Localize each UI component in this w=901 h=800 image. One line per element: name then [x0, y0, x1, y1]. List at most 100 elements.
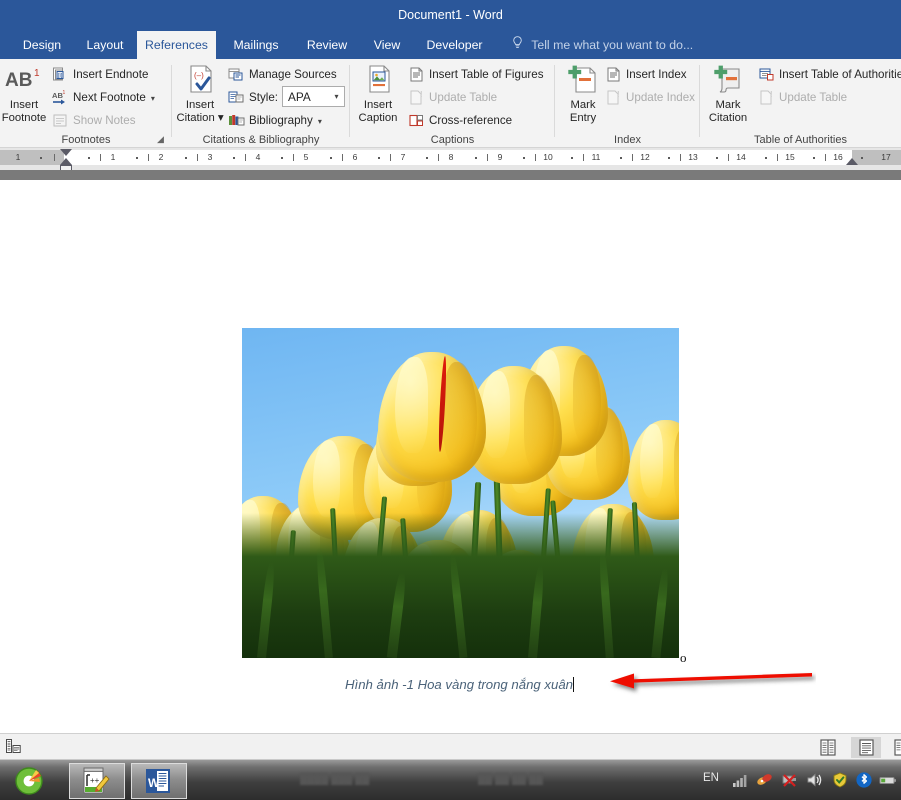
ruler-bar — [728, 154, 729, 161]
signal-bars-icon[interactable] — [731, 771, 749, 789]
tab-review[interactable]: Review — [298, 31, 356, 59]
ruler-tick: 13 — [688, 152, 698, 162]
horizontal-ruler[interactable]: 1 1 2 3 4 5 6 7 8 9 10 11 12 13 14 15 16… — [0, 148, 901, 173]
ruler-tick: 1 — [110, 152, 116, 162]
language-indicator[interactable]: EN — [703, 772, 719, 784]
title-bar: Document1 - Word — [0, 0, 901, 31]
right-indent-marker[interactable] — [846, 158, 858, 165]
mark-citation-label-2: Citation — [708, 112, 748, 124]
document-page[interactable]: o Hình ảnh -1 Hoa vàng trong nắng xuân — [0, 180, 901, 733]
tab-layout[interactable]: Layout — [76, 31, 134, 59]
update-index-button[interactable]: ! Update Index — [605, 86, 695, 108]
page-thumbnails-icon[interactable] — [6, 739, 21, 754]
taskbar-item-notepad-editor[interactable]: ++ — [69, 763, 125, 799]
insert-table-of-authorities-button[interactable]: Insert Table of Authorities — [758, 63, 901, 85]
update-table-authorities-button[interactable]: ! Update Table — [758, 86, 847, 108]
ruler-tick: 16 — [833, 152, 843, 162]
mark-entry-label-1: Mark — [570, 99, 596, 111]
style-combobox[interactable]: APA ▾ — [282, 86, 345, 107]
ruler-bar — [487, 154, 488, 161]
shield-alert-icon[interactable] — [831, 771, 849, 789]
bibliography-caret-icon[interactable]: ▾ — [318, 117, 322, 126]
insert-index-label: Insert Index — [626, 67, 687, 81]
insert-footnote-button[interactable]: AB 1 Insert Footnote — [0, 62, 52, 132]
print-layout-view-button[interactable] — [851, 737, 881, 758]
ruler-dot — [861, 156, 863, 159]
update-table-figures-button[interactable]: ! Update Table — [408, 86, 497, 108]
svg-text:1: 1 — [63, 90, 66, 96]
taskbar-ghost-text-left: ████ ███ ██ — [300, 774, 370, 785]
ruler-bar — [293, 154, 294, 161]
update-table-icon: ! — [758, 89, 775, 106]
figure-caption[interactable]: Hình ảnh -1 Hoa vàng trong nắng xuân — [345, 677, 575, 692]
ruler-bar — [390, 154, 391, 161]
taskbar-ghost-text-right: ██ ██ ██ ██ — [478, 774, 544, 785]
ruler-dot — [475, 156, 477, 159]
ruler-tick: 2 — [158, 152, 164, 162]
ruler-bar — [632, 154, 633, 161]
insert-citation-icon: (–) — [172, 64, 228, 98]
battery-icon[interactable] — [879, 771, 897, 789]
ruler-tick: 17 — [881, 152, 891, 162]
web-layout-view-button[interactable] — [889, 737, 901, 758]
volume-icon[interactable] — [806, 771, 824, 789]
ruler-bar — [583, 154, 584, 161]
update-table-figures-label: Update Table — [429, 90, 498, 104]
show-notes-button[interactable]: Show Notes — [52, 109, 136, 131]
footnotes-dialog-launcher[interactable]: ◢ — [155, 134, 166, 145]
tell-me-label: Tell me what you want to do... — [531, 38, 694, 52]
insert-citation-button[interactable]: (–) Insert Citation ▾ — [172, 62, 228, 132]
tab-mailings[interactable]: Mailings — [223, 31, 289, 59]
ruler-bar — [100, 154, 101, 161]
network-off-icon[interactable] — [781, 771, 799, 789]
antivirus-icon[interactable] — [756, 771, 774, 789]
tab-view[interactable]: View — [364, 31, 410, 59]
ruler-tick: 8 — [448, 152, 454, 162]
insert-caption-button[interactable]: Insert Caption — [350, 62, 406, 132]
next-footnote-caret-icon[interactable]: ▾ — [151, 94, 155, 103]
svg-text:++: ++ — [90, 776, 100, 785]
mark-citation-label-1: Mark — [715, 99, 741, 111]
ruler-dot — [281, 156, 283, 159]
ribbon-group-label-footnotes: Footnotes — [61, 134, 111, 146]
chevron-down-icon[interactable]: ▾ — [329, 92, 344, 101]
ruler-dot — [765, 156, 767, 159]
style-icon — [228, 89, 245, 106]
ribbon-group-table-of-authorities: Mark Citation Insert Table of Authoritie… — [700, 59, 901, 148]
document-canvas[interactable]: o Hình ảnh -1 Hoa vàng trong nắng xuân — [0, 170, 901, 733]
insert-table-of-authorities-icon — [758, 66, 775, 83]
cross-reference-button[interactable]: Cross-reference — [408, 109, 512, 131]
bibliography-button[interactable]: Bibliography ▾ — [228, 109, 322, 131]
tab-design[interactable]: Design — [13, 31, 71, 59]
first-line-indent-marker[interactable] — [60, 149, 72, 156]
ruler-bar — [245, 154, 246, 161]
insert-citation-label-1: Insert — [185, 99, 215, 111]
insert-index-button[interactable]: Insert Index — [605, 63, 687, 85]
mark-entry-button[interactable]: Mark Entry — [555, 62, 611, 132]
read-mode-view-button[interactable] — [813, 737, 843, 758]
insert-endnote-button[interactable]: [i] Insert Endnote — [52, 63, 148, 85]
insert-table-of-figures-button[interactable]: Insert Table of Figures — [408, 63, 544, 85]
ruler-bar — [680, 154, 681, 161]
ruler-bar — [825, 154, 826, 161]
ruler-dot — [523, 156, 525, 159]
next-footnote-button[interactable]: AB 1 Next Footnote ▾ — [52, 86, 155, 108]
ruler-dot — [571, 156, 573, 159]
insert-footnote-label-1: Insert — [9, 99, 39, 111]
bluetooth-icon[interactable] — [855, 771, 873, 789]
ruler-dot — [40, 156, 42, 159]
tell-me-search[interactable]: Tell me what you want to do... — [512, 31, 693, 59]
ribbon-group-label-citations: Citations & Bibliography — [202, 134, 320, 146]
insert-endnote-label: Insert Endnote — [73, 67, 149, 81]
hanging-indent-marker[interactable] — [60, 158, 72, 165]
tab-developer[interactable]: Developer — [417, 31, 492, 59]
manage-sources-button[interactable]: Manage Sources — [228, 63, 337, 85]
yellow-tulips-photo[interactable] — [242, 328, 679, 658]
start-orb-icon[interactable] — [12, 765, 46, 797]
ribbon-group-footnotes: AB 1 Insert Footnote [i] Insert Endnote … — [0, 59, 172, 148]
tab-references[interactable]: References — [137, 31, 216, 59]
word-application-window: Document1 - Word Design Layout Reference… — [0, 0, 901, 800]
taskbar-item-word[interactable]: W — [131, 763, 187, 799]
mark-citation-button[interactable]: Mark Citation — [700, 62, 756, 132]
cross-reference-icon — [408, 112, 425, 129]
